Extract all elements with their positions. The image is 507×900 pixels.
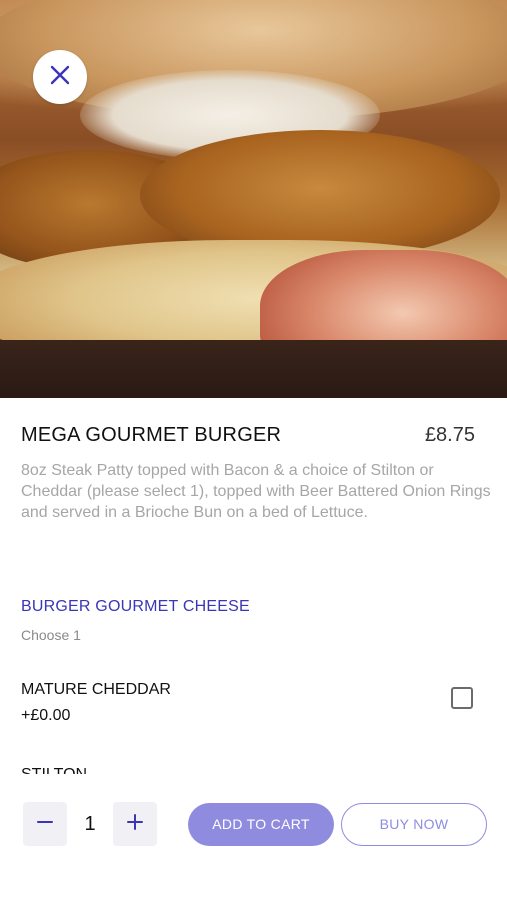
option-group-title: BURGER GOURMET CHEESE <box>21 598 250 615</box>
add-to-cart-button[interactable]: ADD TO CART <box>188 803 334 846</box>
increase-quantity-button[interactable] <box>113 802 157 846</box>
close-button[interactable] <box>33 50 87 104</box>
option-checkbox-mature-cheddar[interactable] <box>451 687 473 709</box>
product-title: MEGA GOURMET BURGER <box>21 424 282 446</box>
option-group-subtitle: Choose 1 <box>21 627 81 643</box>
buy-now-button[interactable]: BUY NOW <box>341 803 487 846</box>
product-description: 8oz Steak Patty topped with Bacon & a ch… <box>21 462 491 521</box>
option-name: MATURE CHEDDAR <box>21 681 171 698</box>
quantity-value: 1 <box>84 813 96 835</box>
close-icon <box>49 64 71 91</box>
product-price: £8.75 <box>424 424 475 446</box>
decrease-quantity-button[interactable] <box>23 802 67 846</box>
option-name: STILTON <box>21 764 87 774</box>
plus-icon <box>126 813 144 836</box>
option-price: +£0.00 <box>21 707 71 724</box>
minus-icon <box>36 813 54 836</box>
